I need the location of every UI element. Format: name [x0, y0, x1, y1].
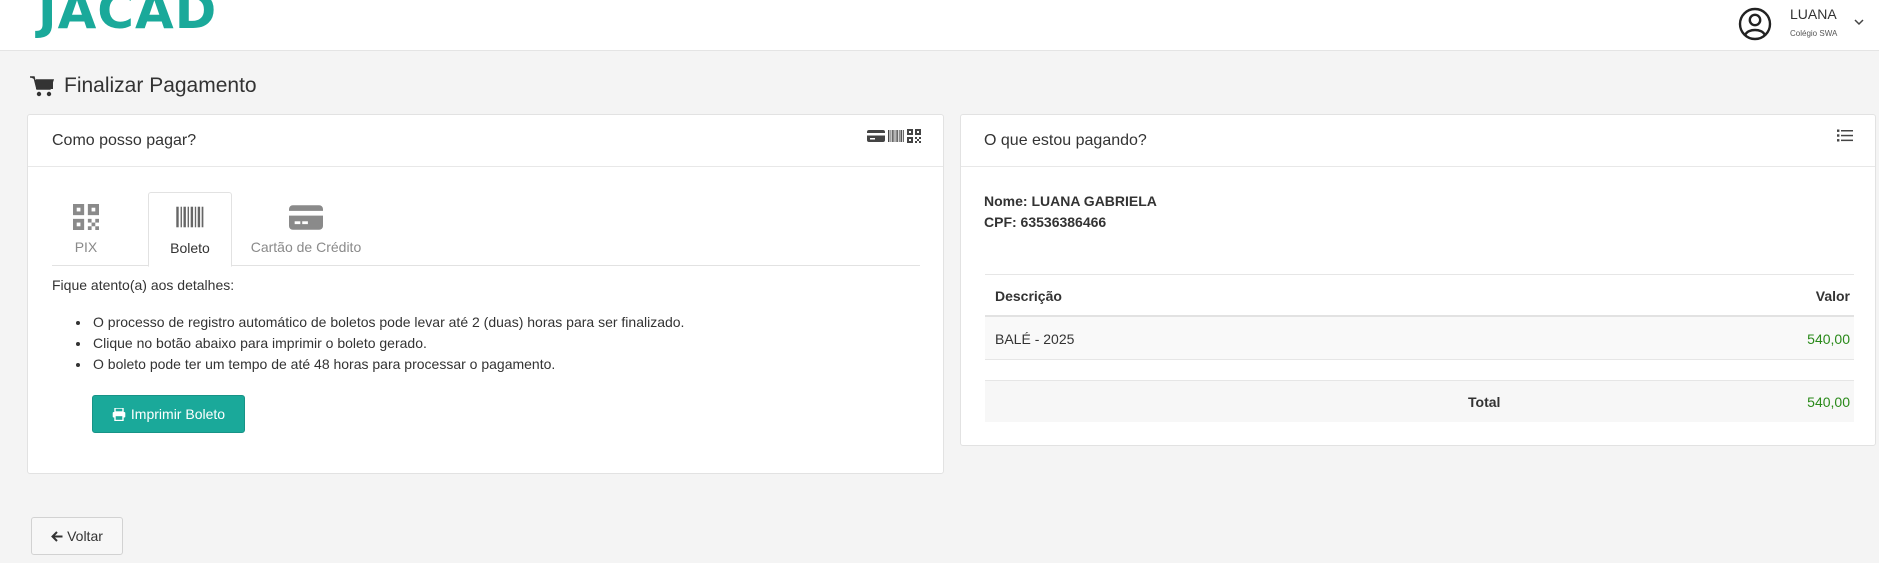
payment-summary-panel: O que estou pagando? Nome: LUANA GABRIEL… [960, 114, 1876, 446]
details-list: O processo de registro automático de bol… [91, 312, 684, 375]
column-header-valor: Valor [1815, 288, 1850, 304]
payer-cpf: CPF: 63536386466 [984, 214, 1107, 230]
user-name[interactable]: LUANA [1790, 6, 1837, 22]
chevron-down-icon[interactable] [1853, 16, 1865, 28]
table-header: Descrição Valor [985, 275, 1854, 317]
summary-header-icons [1837, 129, 1853, 142]
page-title: Finalizar Pagamento [30, 72, 257, 100]
payment-methods-panel: Como posso pagar? PIX Boleto Cartão de C… [27, 114, 944, 474]
barcode-icon [888, 130, 904, 142]
table-row: BALÉ - 2025 540,00 [985, 317, 1854, 360]
row-description: BALÉ - 2025 [995, 331, 1075, 347]
tab-boleto[interactable]: Boleto [148, 192, 232, 267]
printer-icon [112, 407, 126, 421]
list-item: O boleto pode ter um tempo de até 48 hor… [91, 354, 684, 375]
shopping-cart-icon [30, 76, 54, 97]
details-title: Fique atento(a) aos detalhes: [52, 277, 235, 293]
barcode-icon [176, 206, 204, 228]
qrcode-icon [73, 204, 99, 230]
page-title-text: Finalizar Pagamento [64, 74, 257, 97]
payment-header-icons [867, 129, 921, 143]
user-circle-icon[interactable] [1738, 7, 1772, 41]
credit-card-icon [289, 205, 323, 230]
tab-pix-label: PIX [74, 239, 98, 255]
tab-boleto-label: Boleto [170, 240, 210, 256]
top-bar: JACAD LUANA Colégio SWA [0, 0, 1879, 51]
list-item: Clique no botão abaixo para imprimir o b… [91, 333, 684, 354]
payment-panel-title: Como posso pagar? [52, 132, 197, 149]
qrcode-icon [907, 129, 921, 143]
total-label: Total [1468, 394, 1501, 410]
table-total-row: Total 540,00 [985, 380, 1854, 422]
arrow-left-icon [51, 530, 63, 542]
payment-tabs: PIX Boleto Cartão de Crédito [52, 192, 920, 267]
summary-panel-header: O que estou pagando? [961, 115, 1875, 167]
summary-panel-title: O que estou pagando? [984, 132, 1147, 149]
payment-panel-header: Como posso pagar? [28, 115, 943, 167]
user-school: Colégio SWA [1790, 29, 1838, 38]
tab-cartao-de-credito[interactable]: Cartão de Crédito [242, 192, 370, 266]
list-icon [1837, 129, 1853, 142]
credit-card-icon [867, 130, 885, 142]
print-boleto-button[interactable]: Imprimir Boleto [92, 395, 245, 433]
tab-cartao-label: Cartão de Crédito [250, 239, 362, 255]
back-button-label: Voltar [67, 528, 103, 544]
logo[interactable]: JACAD [38, 0, 217, 36]
payer-name: Nome: LUANA GABRIELA [984, 193, 1157, 209]
total-value: 540,00 [1807, 394, 1850, 410]
column-header-descricao: Descrição [995, 288, 1062, 304]
list-item: O processo de registro automático de bol… [91, 312, 684, 333]
tab-pix[interactable]: PIX [52, 192, 120, 266]
back-button[interactable]: Voltar [31, 517, 123, 555]
print-boleto-label: Imprimir Boleto [130, 406, 226, 422]
row-value: 540,00 [1807, 331, 1850, 347]
